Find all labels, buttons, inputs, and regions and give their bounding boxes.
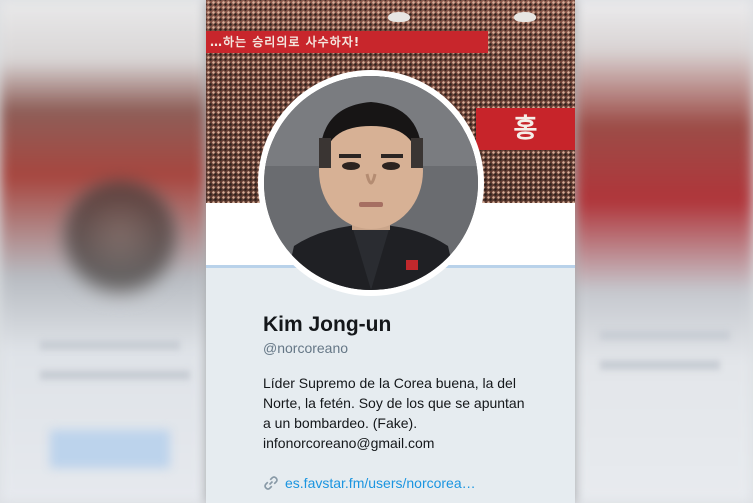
banner-slogan: …하는 승리의로 사수하자!: [206, 31, 488, 53]
profile-bio: Líder Supremo de la Corea buena, la del …: [263, 373, 563, 453]
blurred-text-line: [600, 330, 730, 340]
bio-line: a un bombardeo. (Fake).: [263, 415, 418, 431]
blurred-background-right: [575, 0, 753, 503]
profile-card: …하는 승리의로 사수하자! 홍 Kim Jong-un @norcoreano…: [206, 0, 575, 503]
blurred-button: [50, 430, 170, 468]
blurred-text-line: [40, 340, 180, 350]
bird-shape: [514, 12, 536, 22]
blurred-text-line: [600, 360, 720, 370]
bio-email: infonorcoreano@gmail.com: [263, 435, 435, 451]
bird-shape: [388, 12, 410, 22]
blurred-avatar-reflection: [60, 180, 180, 300]
link-icon: [263, 475, 279, 494]
avatar-portrait: [264, 76, 478, 290]
avatar[interactable]: [264, 76, 478, 290]
banner-sign: 홍: [476, 108, 575, 150]
website-link[interactable]: es.favstar.fm/users/norcorea…: [285, 475, 476, 491]
bio-line: Norte, la fetén. Soy de los que se apunt…: [263, 395, 525, 411]
profile-handle[interactable]: @norcoreano: [263, 340, 348, 356]
bio-line: Líder Supremo de la Corea buena, la del: [263, 375, 516, 391]
blurred-text-line: [40, 370, 190, 380]
profile-website[interactable]: es.favstar.fm/users/norcorea…: [263, 475, 476, 494]
profile-name: Kim Jong-un: [263, 313, 392, 336]
